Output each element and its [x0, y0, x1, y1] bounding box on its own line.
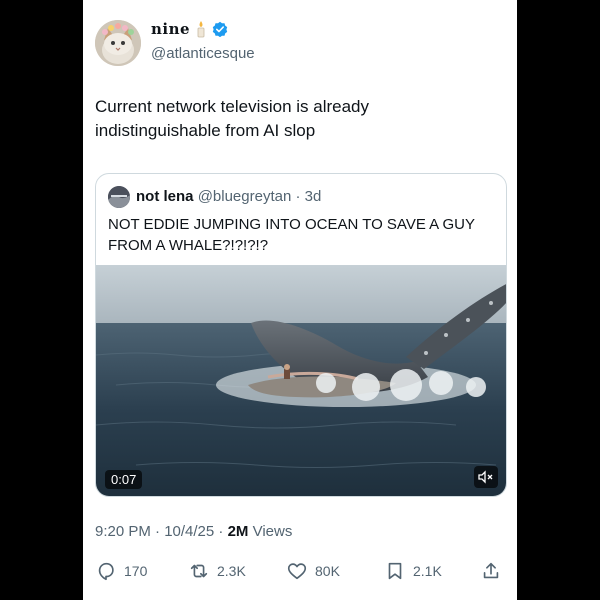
bookmark-icon [388, 562, 402, 580]
candle-icon [195, 20, 207, 38]
speaker-muted-icon [478, 470, 493, 484]
author-display-name[interactable]: nine [151, 20, 190, 38]
quoted-video[interactable]: 0:07 [96, 265, 506, 496]
quoted-author-avatar[interactable] [108, 186, 130, 208]
quoted-age[interactable]: 3d [305, 188, 322, 205]
share-button[interactable] [480, 556, 502, 586]
video-frame [96, 265, 506, 496]
heart-icon [287, 563, 307, 580]
action-bar: 170 2.3K 80K 2.1K [83, 556, 517, 586]
reply-icon [98, 562, 114, 581]
repost-button[interactable]: 2.3K [188, 556, 246, 586]
post-timestamp[interactable]: 9:20 PM · 10/4/25 · [95, 523, 228, 540]
author-avatar[interactable] [95, 20, 141, 66]
post-text: Current network television is already in… [95, 97, 370, 140]
quoted-separator: · [291, 188, 305, 205]
repost-count: 2.3K [217, 563, 246, 579]
reply-button[interactable]: 170 [95, 556, 147, 586]
like-button[interactable]: 80K [286, 556, 340, 586]
video-duration-badge: 0:07 [105, 470, 143, 489]
quoted-header: not lena @bluegreytan · 3d [136, 188, 321, 205]
quoted-post[interactable]: not lena @bluegreytan · 3d NOT EDDIE JUM… [95, 173, 507, 497]
quoted-text: NOT EDDIE JUMPING INTO OCEAN TO SAVE A G… [108, 216, 475, 254]
author-handle[interactable]: @atlanticesque [151, 45, 255, 62]
post-views-label: Views [248, 523, 293, 540]
post-card: nine @atlanticesque Current network tele… [83, 0, 517, 600]
like-count: 80K [315, 563, 340, 579]
share-icon [483, 562, 499, 579]
post-views-count[interactable]: 2M [228, 523, 249, 540]
repost-icon [190, 564, 208, 578]
bookmark-count: 2.1K [413, 563, 442, 579]
quoted-display-name[interactable]: not lena [136, 188, 194, 205]
reply-count: 170 [124, 563, 148, 579]
bookmark-button[interactable]: 2.1K [384, 556, 442, 586]
author-name-row[interactable]: nine [151, 20, 228, 38]
verified-badge-icon [212, 21, 228, 38]
quoted-handle[interactable]: @bluegreytan [198, 188, 292, 205]
post-meta: 9:20 PM · 10/4/25 · 2M Views [95, 523, 292, 540]
mute-toggle-button[interactable] [474, 466, 498, 488]
